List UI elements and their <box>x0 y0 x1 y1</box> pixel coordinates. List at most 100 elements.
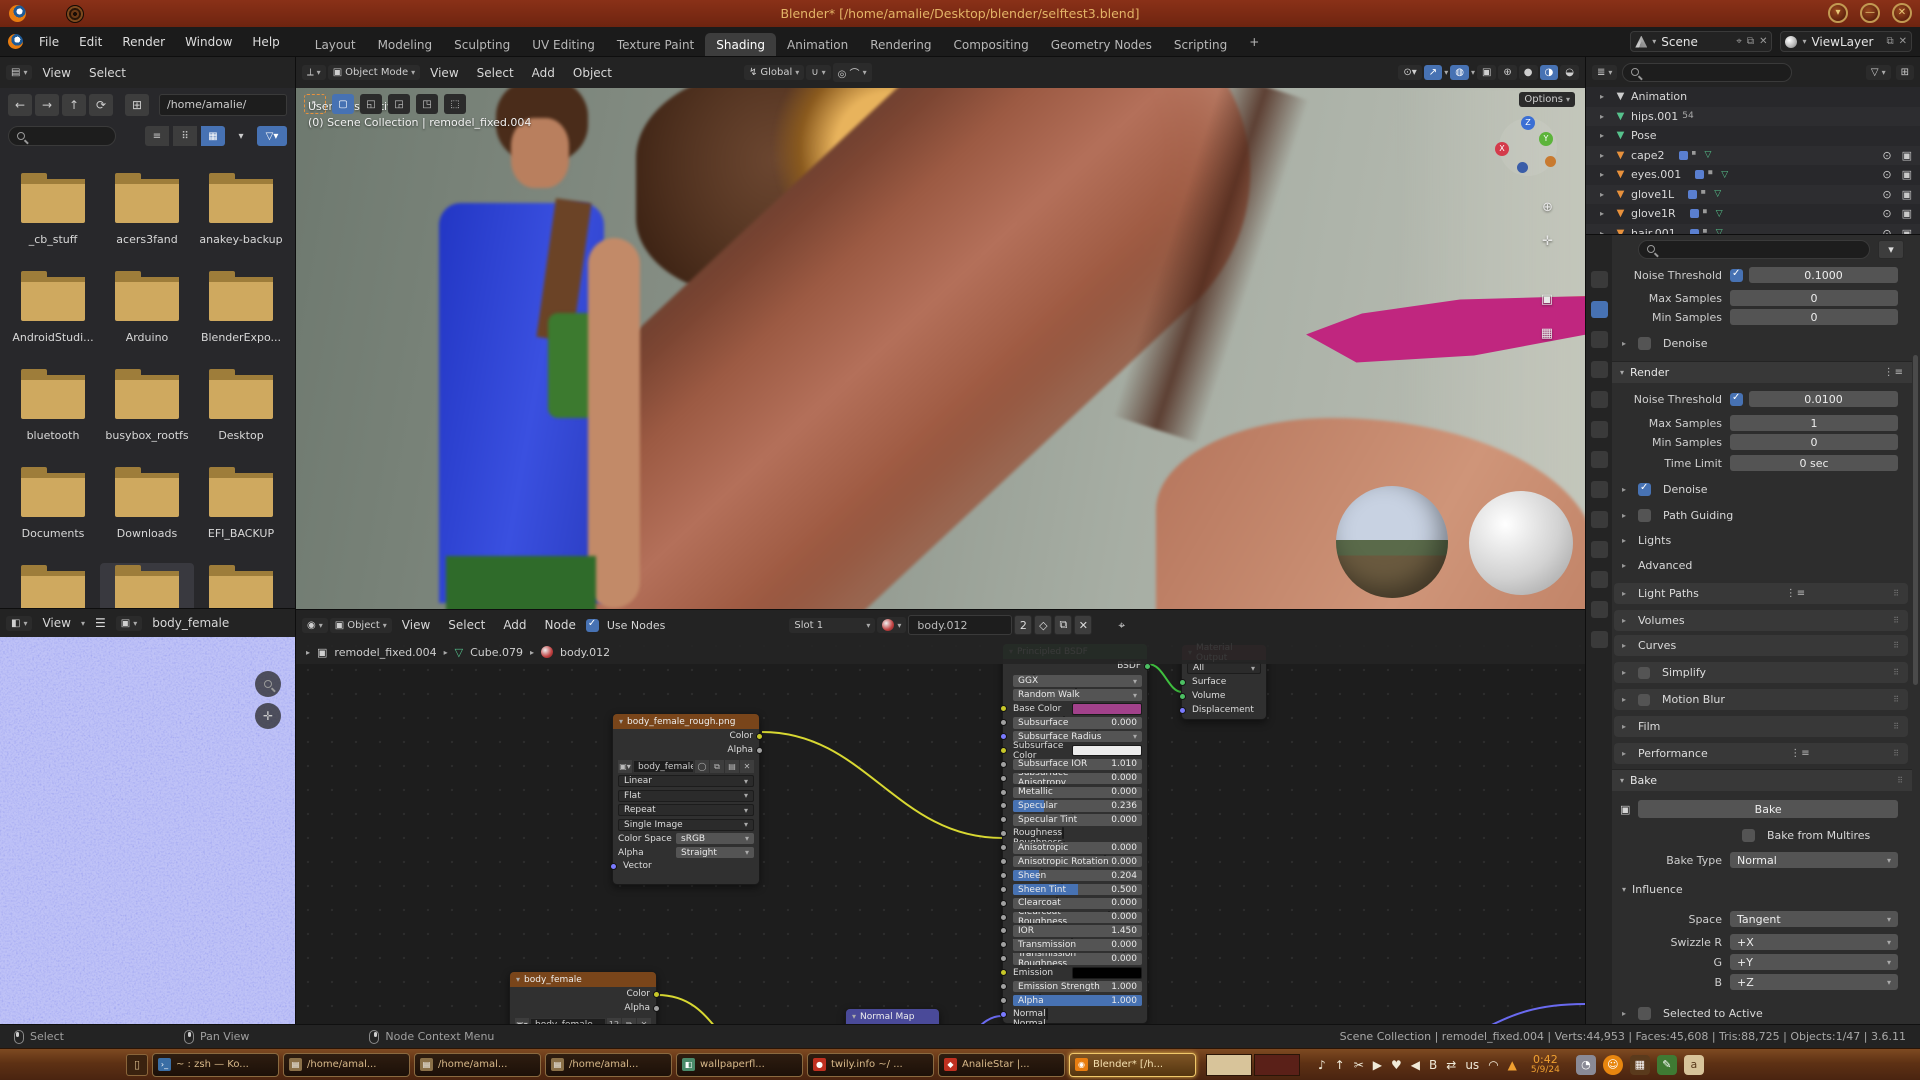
modifier-stack-icon[interactable] <box>1692 151 1701 160</box>
taskbar-window-button[interactable]: ◧ wallpaperfl... <box>676 1053 803 1077</box>
box-select-subtract-icon[interactable]: ◲ <box>388 94 410 114</box>
socket-color-out[interactable] <box>756 733 763 740</box>
node-dropdown[interactable]: Flat▾ <box>618 790 754 802</box>
path-guiding-toggle[interactable]: ▸Path Guiding <box>1622 509 1733 522</box>
node-canvas[interactable]: ▾body_female_rough.png Color Alpha ▣▾ bo… <box>296 610 1585 1024</box>
tray-icon[interactable]: ◠ <box>1488 1058 1498 1072</box>
noise-threshold-render-row[interactable]: Noise Threshold 0.0100 <box>1612 391 1912 407</box>
bsdf-property-row[interactable]: Emission▾ Emission Emission Emission <box>1013 967 1142 979</box>
bsdf-property-row[interactable]: Transmission▾ Transmission Transmission0… <box>1013 939 1142 951</box>
render-section-header[interactable]: ▾Render⋮≡ <box>1612 361 1912 383</box>
axis-minus-x[interactable] <box>1545 156 1556 167</box>
color-swatch[interactable] <box>1062 827 1064 839</box>
outliner-row[interactable]: ▸ ▼ eyes.001 ◇ ▽ ⊙ ▣ <box>1586 165 1920 185</box>
editor-type-image-icon[interactable]: ◧▾ <box>6 616 32 631</box>
tray-icon[interactable]: ✂ <box>1354 1058 1364 1072</box>
view-thumbnails-icon[interactable]: ▦ <box>201 126 225 146</box>
workspace-tab[interactable]: UV Editing <box>521 33 606 57</box>
expand-icon[interactable]: ▸ <box>1600 190 1610 199</box>
bake-button[interactable]: Bake <box>1638 800 1898 818</box>
node-menu-select[interactable]: Select <box>440 615 493 635</box>
tab-tool-icon[interactable] <box>1591 271 1608 288</box>
viewport-camera-icon[interactable]: ▣ <box>1541 292 1553 307</box>
space-row[interactable]: Space Tangent▾ <box>1612 911 1912 927</box>
workspace-tab[interactable]: Layout <box>304 33 367 57</box>
menu-edit[interactable]: Edit <box>69 31 112 53</box>
fake-user-icon[interactable]: ◯ <box>695 760 709 773</box>
curves-panel[interactable]: ▸Curves⠿ <box>1614 635 1908 656</box>
input-socket[interactable] <box>1000 830 1007 837</box>
input-socket[interactable] <box>1000 941 1007 948</box>
fake-user-shield-icon[interactable]: ◇ <box>1034 615 1052 635</box>
node-normal-map[interactable]: ▾Normal Map <box>845 1008 940 1024</box>
input-socket[interactable] <box>1000 789 1007 796</box>
workspace-tab[interactable]: Sculpting <box>443 33 521 57</box>
workspace-tab[interactable]: Scripting <box>1163 33 1238 57</box>
bsdf-property-row[interactable]: Specular▾ Specular Specular0.236 Specula… <box>1013 800 1142 812</box>
max-samples-viewport-row[interactable]: Max Samples0 <box>1612 290 1912 306</box>
mesh-data-icon[interactable]: ▽ <box>1721 170 1728 180</box>
node-image-texture-body[interactable]: ▾body_female Color Alpha ▣▾body_female12… <box>509 971 657 1024</box>
smiley-icon[interactable]: ☺ <box>1603 1055 1623 1075</box>
light-paths-panel[interactable]: ▸Light Paths⋮≡⠿ <box>1614 583 1908 604</box>
disable-render-camera-icon[interactable]: ▣ <box>1902 188 1912 201</box>
node-dropdown[interactable]: Single Image▾ <box>618 819 754 831</box>
outliner-row[interactable]: ▸ ▼ Pose ◇ ▽ ⊙ ▣ <box>1586 126 1920 146</box>
input-socket[interactable] <box>1000 761 1007 768</box>
tab-render-icon[interactable] <box>1591 301 1608 318</box>
tab-material-icon[interactable] <box>1591 631 1608 648</box>
input-socket[interactable] <box>1000 1011 1007 1018</box>
tab-scene-icon[interactable] <box>1591 391 1608 408</box>
overlays-toggle-icon[interactable]: ◍ <box>1450 65 1469 80</box>
options-button[interactable]: Options▾ <box>1519 92 1575 107</box>
node-image-texture-rough[interactable]: ▾body_female_rough.png Color Alpha ▣▾ bo… <box>612 713 760 885</box>
folder-item[interactable]: Documents <box>6 465 100 563</box>
vector-input-row[interactable]: Vector <box>623 861 754 873</box>
axis-z[interactable]: Z <box>1521 116 1535 130</box>
tab-world-icon[interactable] <box>1591 421 1608 438</box>
window-shade-icon[interactable]: ▾ <box>1828 3 1848 23</box>
editor-type-3dview-icon[interactable]: ⟂▾ <box>302 65 326 80</box>
copy-material-icon[interactable]: ⧉ <box>1054 615 1072 635</box>
menu-file[interactable]: File <box>29 31 69 53</box>
wrench-modifier-icon[interactable] <box>1679 151 1688 160</box>
bsdf-property-row[interactable]: Anisotropic Rotation▾ Anisotropic Rotati… <box>1013 856 1142 868</box>
wrench-modifier-icon[interactable] <box>1688 190 1697 199</box>
view-list-horizontal-icon[interactable]: ⠿ <box>173 126 197 146</box>
folder-item[interactable]: bluetooth <box>6 367 100 465</box>
blender-menu-icon[interactable] <box>8 34 23 49</box>
filter-icon[interactable]: ▽▾ <box>257 126 287 146</box>
object-menu[interactable]: Object <box>565 63 620 83</box>
axis-minus-z[interactable] <box>1517 162 1528 173</box>
input-socket[interactable] <box>1000 997 1007 1004</box>
bsdf-property-row[interactable]: Subsurface▾ Subsurface Subsurface0.000 S… <box>1013 717 1142 729</box>
expand-icon[interactable]: ▸ <box>1600 170 1610 179</box>
input-socket[interactable] <box>1000 802 1007 809</box>
box-select-icon[interactable]: ▢ <box>332 94 354 114</box>
bake-from-multires-toggle[interactable]: Bake from Multires <box>1742 829 1870 842</box>
viewlayer-selector[interactable]: ▾ ViewLayer ⧉ ✕ <box>1780 31 1912 52</box>
proportional-edit-icon[interactable]: ◎ ⌒▾ <box>833 63 872 82</box>
menu-window[interactable]: Window <box>175 31 242 53</box>
viewport-ortho-grid-icon[interactable]: ▦ <box>1541 326 1553 341</box>
color-swatch[interactable] <box>1072 745 1142 757</box>
color-space-row[interactable]: sRGB▾ Color Space <box>618 833 754 845</box>
motion-blur-panel[interactable]: ▸Motion Blur⠿ <box>1614 689 1908 710</box>
node-dropdown[interactable]: Linear▾ <box>618 775 754 787</box>
bsdf-property-row[interactable]: Emission Strength▾ Emission Strength Emi… <box>1013 981 1142 993</box>
folder-item-partial-selected[interactable] <box>100 563 194 609</box>
node-menu-node[interactable]: Node <box>537 615 584 635</box>
hide-eye-icon[interactable]: ⊙ <box>1882 207 1891 220</box>
rendered-scene[interactable]: User Perspective (0) Scene Collection | … <box>296 88 1585 609</box>
shader-type-selector[interactable]: ▣ Object▾ <box>330 618 392 633</box>
tab-object-icon[interactable] <box>1591 451 1608 468</box>
workspace-tab[interactable]: Rendering <box>859 33 942 57</box>
tray-icon[interactable]: ⇄ <box>1446 1058 1456 1072</box>
calculator-icon[interactable]: ▦ <box>1630 1055 1650 1075</box>
modifier-stack-icon[interactable] <box>1703 209 1712 218</box>
clock[interactable]: 0:42 5/9/24 <box>1531 1054 1560 1076</box>
input-socket[interactable] <box>1000 900 1007 907</box>
editor-type-shader-icon[interactable]: ◉▾ <box>302 618 328 633</box>
dictionary-icon[interactable]: a <box>1684 1055 1704 1075</box>
display-settings-chevron-icon[interactable]: ▾ <box>229 126 253 146</box>
